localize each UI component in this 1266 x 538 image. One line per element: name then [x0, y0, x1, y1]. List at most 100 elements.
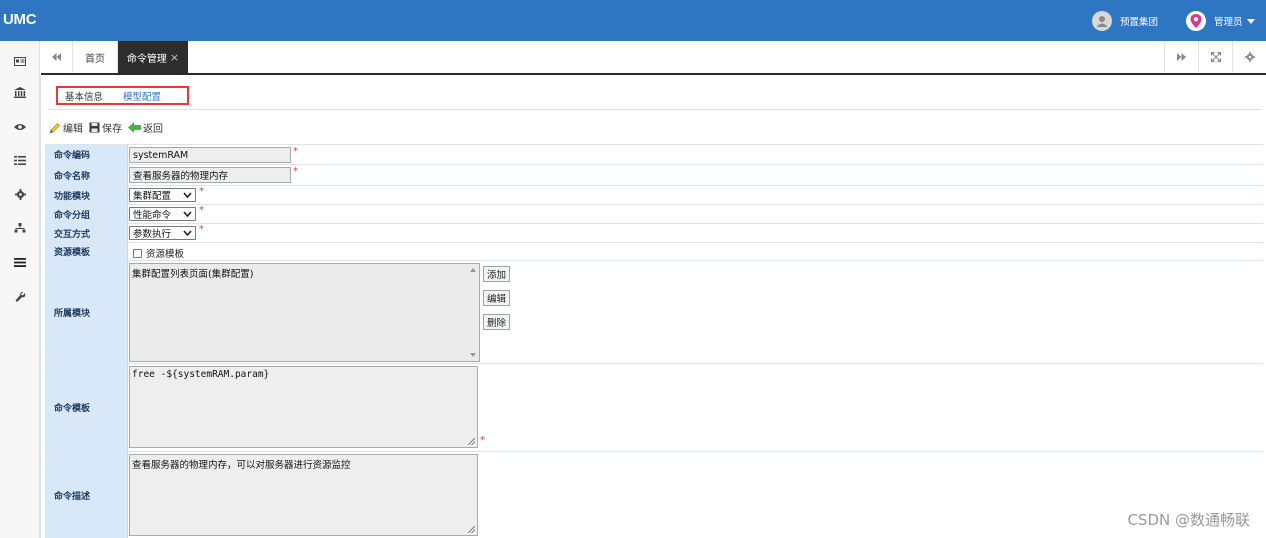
template-text: free -${systemRAM.param}	[132, 369, 270, 380]
subtab-divider	[48, 109, 1262, 110]
save-button[interactable]: 保存	[89, 120, 122, 135]
template-textarea[interactable]: free -${systemRAM.param}	[129, 366, 478, 448]
floppy-disk-icon	[89, 122, 100, 133]
module-label: 功能模块	[45, 186, 128, 204]
required-mark: *	[199, 205, 204, 216]
delete-module-button[interactable]: 删除	[483, 314, 511, 330]
module-select[interactable]: 集群配置	[129, 188, 196, 202]
module-select-value: 集群配置	[133, 191, 172, 202]
sidebar-item-menu[interactable]	[0, 251, 40, 273]
close-icon[interactable]: ×	[170, 51, 179, 64]
interact-select-value: 参数执行	[133, 229, 172, 240]
double-chevron-right-icon	[1177, 53, 1186, 61]
form-row-group: 命令分组 性能命令 *	[45, 205, 1263, 224]
form-row-module: 功能模块 集群配置 *	[45, 186, 1263, 205]
name-input[interactable]: 查看服务器的物理内存	[129, 167, 291, 183]
sidebar	[0, 41, 40, 538]
group-select[interactable]: 性能命令	[129, 207, 196, 221]
tab-scroll-right-button[interactable]	[1164, 41, 1198, 73]
group-label: 命令分组	[45, 205, 128, 223]
top-bar: UMC 预置集团 管理员	[0, 0, 1266, 41]
sidebar-item-bank[interactable]	[0, 81, 40, 103]
tab-scroll-left-button[interactable]	[41, 41, 73, 73]
add-module-button[interactable]: 添加	[483, 266, 511, 282]
chevron-down-icon	[183, 230, 192, 237]
desc-label: 命令描述	[45, 452, 128, 538]
watermark: CSDN @数通畅联	[1127, 511, 1250, 529]
edit-button[interactable]: 编辑	[49, 120, 83, 135]
sidebar-item-list[interactable]	[0, 149, 40, 171]
tab-active-label: 命令管理	[126, 53, 167, 65]
name-label: 命令名称	[45, 165, 128, 185]
chevron-down-icon	[183, 192, 192, 199]
code-label: 命令编码	[45, 145, 128, 164]
back-label: 返回	[143, 124, 163, 135]
double-chevron-left-icon	[52, 53, 61, 61]
fullscreen-button[interactable]	[1198, 41, 1232, 73]
bank-icon	[14, 86, 26, 98]
required-mark: *	[480, 435, 485, 446]
list-item[interactable]: 集群配置列表页面(集群配置)	[132, 266, 477, 280]
tab-home[interactable]: 首页	[73, 41, 118, 73]
resize-handle-icon	[468, 526, 475, 533]
gear-icon	[1244, 52, 1255, 62]
sidebar-item-tools[interactable]	[0, 286, 40, 308]
required-mark: *	[293, 166, 298, 177]
code-input[interactable]: systemRAM	[129, 147, 291, 163]
group-avatar-icon	[1092, 11, 1112, 31]
content-divider	[40, 75, 41, 538]
owner-label: 所属模块	[45, 261, 128, 363]
required-mark: *	[293, 146, 298, 157]
back-button[interactable]: 返回	[128, 120, 163, 135]
subtab-model-config[interactable]: 模型配置	[116, 89, 168, 103]
id-card-icon	[14, 56, 26, 66]
location-pin-icon	[1186, 11, 1206, 31]
form-row-description: 命令描述 查看服务器的物理内存，可以对服务器进行资源监控	[45, 452, 1263, 538]
form-row-name: 命令名称 查看服务器的物理内存 *	[45, 165, 1263, 186]
sidebar-item-id-card[interactable]	[0, 50, 40, 72]
expand-icon	[1210, 52, 1221, 62]
required-mark: *	[199, 224, 204, 235]
group-label: 预置集团	[1120, 17, 1159, 28]
sidebar-item-eye[interactable]	[0, 116, 40, 138]
save-label: 保存	[102, 124, 122, 135]
sidebar-item-sitemap[interactable]	[0, 217, 40, 239]
group-select-value: 性能命令	[133, 210, 172, 221]
sidebar-item-settings[interactable]	[0, 183, 40, 205]
checkbox-box[interactable]	[133, 248, 142, 258]
pencil-icon	[49, 122, 60, 133]
resource-label: 资源模板	[45, 243, 128, 260]
description-textarea[interactable]: 查看服务器的物理内存，可以对服务器进行资源监控	[129, 454, 478, 536]
form-row-owner-module: 所属模块 集群配置列表页面(集群配置) 添加 编辑 删除	[45, 261, 1263, 364]
tab-settings-button[interactable]	[1232, 41, 1266, 73]
chevron-down-icon	[183, 211, 192, 218]
scroll-up-icon	[470, 268, 476, 272]
resource-template-checkbox[interactable]: 资源模板	[133, 246, 184, 260]
form-row-resource: 资源模板 资源模板	[45, 243, 1263, 261]
edit-module-button[interactable]: 编辑	[483, 290, 511, 306]
template-label: 命令模板	[45, 364, 128, 451]
form-row-template: 命令模板 free -${systemRAM.param} *	[45, 364, 1263, 452]
owner-module-listbox[interactable]: 集群配置列表页面(集群配置)	[129, 263, 480, 362]
scroll-down-icon	[470, 353, 476, 357]
subtab-basic-info[interactable]: 基本信息	[58, 89, 110, 103]
chevron-down-icon	[1246, 19, 1255, 24]
form-row-code: 命令编码 systemRAM *	[45, 144, 1263, 165]
menu-icon	[14, 257, 26, 267]
resource-checkbox-label: 资源模板	[146, 249, 185, 260]
sitemap-icon	[14, 223, 26, 233]
resize-handle-icon	[468, 438, 475, 445]
tab-bar: 首页 命令管理 ×	[41, 41, 1266, 75]
form-row-interact: 交互方式 参数执行 *	[45, 224, 1263, 243]
toolbar: 编辑 保存 返回	[49, 120, 169, 135]
gear-icon	[14, 188, 26, 200]
group-switcher[interactable]: 预置集团	[1092, 10, 1158, 32]
user-menu[interactable]: 管理员	[1186, 10, 1255, 32]
sub-tabs: 基本信息 模型配置	[56, 86, 189, 105]
list-icon	[14, 155, 26, 165]
arrow-left-icon	[128, 122, 141, 133]
wrench-icon	[15, 291, 25, 302]
tab-home-label: 首页	[85, 53, 105, 65]
interact-select[interactable]: 参数执行	[129, 226, 196, 240]
tab-command-management[interactable]: 命令管理 ×	[118, 41, 188, 73]
